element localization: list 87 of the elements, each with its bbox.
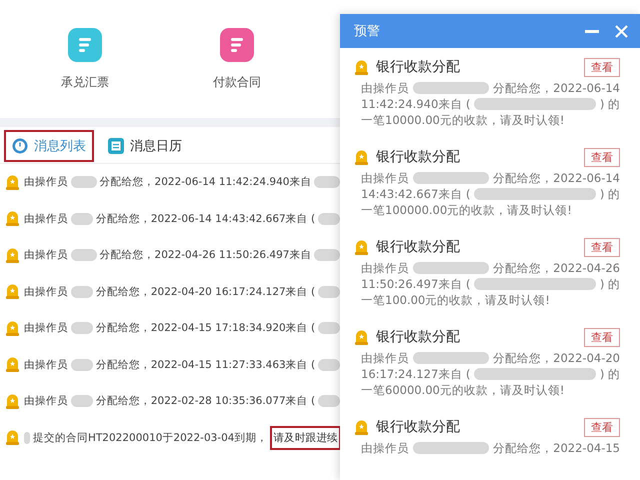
- highlighted-text: 请及时跟进续: [270, 426, 340, 450]
- tab[interactable]: 消息日历: [100, 130, 190, 162]
- message-text: 分配给您，2022-02-28 10:35:36.077来自 (: [96, 394, 316, 408]
- list-app-icon[interactable]: [220, 28, 254, 62]
- message-text: 由操作员: [24, 358, 68, 372]
- blurred-text: [71, 176, 97, 188]
- card-text: 一笔100.00元的收款，请及时认领!: [361, 292, 550, 308]
- card-text: 11:50:26.497来自 (: [361, 276, 470, 292]
- card-text: ) 的: [600, 276, 620, 292]
- card-title: 银行收款分配: [376, 58, 461, 76]
- shortcut-label[interactable]: 承兑汇票: [61, 74, 109, 90]
- bell-icon: [355, 420, 368, 434]
- message-text: 分配给您，2022-04-15 11:27:33.463来自 (: [96, 358, 316, 372]
- blurred-text: [318, 358, 340, 371]
- blurred-text: [71, 322, 93, 334]
- bell-icon: [6, 248, 19, 263]
- card-text: ) 的: [600, 186, 620, 202]
- window-title: 预警: [354, 23, 381, 40]
- bell-icon: [6, 394, 19, 409]
- blurred-text: [71, 395, 93, 408]
- card-text: 一笔60000.00元的收款，请及时认领!: [361, 382, 564, 398]
- card-text: 由操作员: [361, 440, 409, 456]
- minimize-icon[interactable]: [585, 30, 599, 32]
- list-app-icon[interactable]: [68, 28, 102, 62]
- blurred-text: [318, 395, 340, 408]
- bell-icon: [6, 320, 19, 336]
- message-text: 分配给您，2022-06-14 11:42:24.940来自: [100, 175, 312, 190]
- card-text: 一笔100000.00元的收款，请及时认领!: [361, 202, 572, 218]
- blurred-text: [71, 249, 97, 262]
- shortcut-label[interactable]: 付款合同: [213, 74, 261, 90]
- message-text: 由操作员: [24, 394, 68, 408]
- close-icon[interactable]: [615, 24, 628, 38]
- view-button[interactable]: 查看: [584, 58, 620, 76]
- message-text: 由操作员: [24, 321, 68, 336]
- message-text: 分配给您，2022-06-14 14:43:42.667来自 (: [96, 212, 316, 226]
- card-text: 16:17:24.127来自 (: [361, 366, 470, 382]
- message-text: 分配给您，2022-04-26 11:50:26.497来自: [100, 248, 312, 262]
- bell-icon: [6, 357, 19, 372]
- card-text: 14:43:42.667来自 (: [361, 186, 470, 202]
- card-title: 银行收款分配: [376, 328, 461, 346]
- view-button[interactable]: 查看: [584, 418, 620, 436]
- card-text: 11:42:24.940来自 (: [361, 96, 470, 112]
- blurred-text: [24, 432, 30, 444]
- message-text: 由操作员: [24, 175, 68, 190]
- card-text: 由操作员: [361, 80, 409, 96]
- view-button[interactable]: 查看: [584, 238, 620, 256]
- bell-icon: [6, 174, 19, 190]
- card-title: 银行收款分配: [376, 238, 461, 256]
- blurred-text: [314, 176, 340, 188]
- card-text: 由操作员: [361, 350, 409, 366]
- clock-icon: [12, 138, 28, 154]
- card-text: 一笔10000.00元的收款，请及时认领!: [361, 112, 564, 128]
- view-button[interactable]: 查看: [584, 148, 620, 166]
- blurred-text: [71, 358, 93, 371]
- blurred-text: [71, 286, 93, 298]
- tab[interactable]: 消息列表: [4, 130, 94, 162]
- message-text: 由操作员: [24, 212, 68, 226]
- card-text: 分配给您，2022-04-20: [493, 350, 620, 366]
- message-text: 由操作员: [24, 248, 68, 262]
- blurred-text: [318, 322, 340, 334]
- bell-icon: [355, 150, 368, 164]
- card-text: 分配给您，2022-04-15: [493, 440, 620, 456]
- bell-icon: [355, 330, 368, 344]
- card-text: ) 的: [600, 96, 620, 112]
- blurred-text: [318, 212, 340, 225]
- bell-icon: [6, 430, 19, 446]
- blurred-text: [318, 286, 340, 298]
- message-text: 提交的合同HT202200010于2022-03-04到期，: [33, 430, 268, 445]
- view-button[interactable]: 查看: [584, 328, 620, 346]
- bell-icon: [6, 284, 19, 300]
- card-text: 分配给您，2022-04-26: [493, 260, 620, 276]
- card-text: 分配给您，2022-06-14: [493, 80, 620, 96]
- card-text: 由操作员: [361, 260, 409, 276]
- bell-icon: [355, 240, 368, 254]
- blurred-text: [71, 212, 93, 225]
- bell-icon: [6, 211, 19, 226]
- bell-icon: [355, 60, 368, 74]
- message-text: 分配给您，2022-04-20 16:17:24.127来自 (: [96, 284, 316, 299]
- card-title: 银行收款分配: [376, 148, 461, 166]
- blurred-text: [314, 249, 340, 262]
- card-text: 由操作员: [361, 170, 409, 186]
- message-text: 分配给您，2022-04-15 17:18:34.920来自 (: [96, 321, 316, 336]
- message-text: 由操作员: [24, 284, 68, 299]
- calendar-icon: [108, 138, 124, 154]
- card-text: 分配给您，2022-06-14: [493, 170, 620, 186]
- card-text: ) 的: [600, 366, 620, 382]
- card-title: 银行收款分配: [376, 418, 461, 436]
